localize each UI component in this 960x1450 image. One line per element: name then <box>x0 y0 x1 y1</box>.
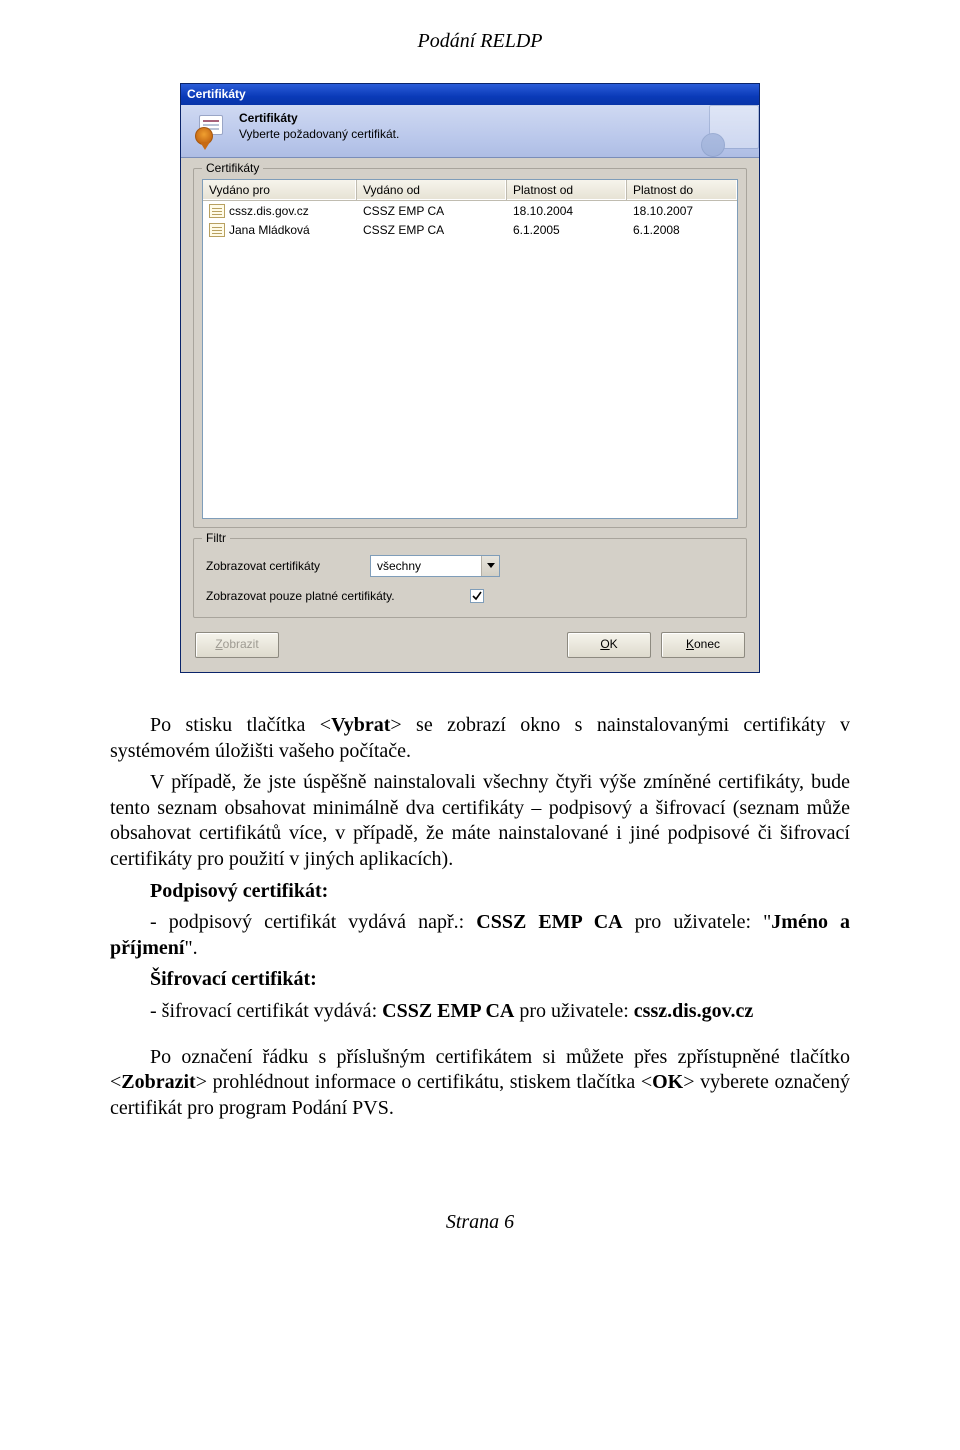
combo-show-certificates-input[interactable] <box>371 556 481 576</box>
banner-subtitle: Vyberte požadovaný certifikát. <box>239 127 399 141</box>
ok-button-rest: K <box>610 637 618 651</box>
column-valid-from[interactable]: Platnost od <box>507 180 627 200</box>
close-button-rest: onec <box>694 637 720 651</box>
combo-show-certificates[interactable] <box>370 555 500 577</box>
titlebar[interactable]: Certifikáty <box>181 84 759 105</box>
dialog-window: Certifikáty Certifikáty Vyberte požadova… <box>180 83 760 673</box>
column-valid-to[interactable]: Platnost do <box>627 180 737 200</box>
ok-button[interactable]: OK <box>567 632 651 658</box>
show-button-rest: obrazit <box>223 637 259 651</box>
label-show-valid-only: Zobrazovat pouze platné certifikáty. <box>206 589 466 603</box>
page-header: Podání RELDP <box>110 30 850 53</box>
banner-decoration-icon <box>695 105 759 158</box>
listview-header: Vydáno pro Vydáno od Platnost od Platnos… <box>203 180 737 201</box>
dialog-banner: Certifikáty Vyberte požadovaný certifiká… <box>181 105 759 158</box>
cell-issued-to: cssz.dis.gov.cz <box>229 203 309 219</box>
cell-issued-by: CSSZ EMP CA <box>357 202 507 220</box>
groupbox-filter-label: Filtr <box>202 531 230 545</box>
certificate-row-icon <box>209 204 225 218</box>
cell-valid-to: 6.1.2008 <box>627 221 737 239</box>
cell-issued-by: CSSZ EMP CA <box>357 221 507 239</box>
certificate-listview[interactable]: Vydáno pro Vydáno od Platnost od Platnos… <box>202 179 738 519</box>
cell-valid-from: 6.1.2005 <box>507 221 627 239</box>
table-row[interactable]: Jana Mládková CSSZ EMP CA 6.1.2005 6.1.2… <box>203 220 737 239</box>
column-issued-to[interactable]: Vydáno pro <box>203 180 357 200</box>
window-title: Certifikáty <box>187 87 246 101</box>
checkbox-show-valid-only[interactable] <box>470 589 484 603</box>
groupbox-certificates: Certifikáty Vydáno pro Vydáno od Platnos… <box>193 168 747 528</box>
encryption-cert-heading: Šifrovací certifikát: <box>110 967 850 993</box>
cell-issued-to: Jana Mládková <box>229 222 310 238</box>
screenshot-container: Certifikáty Certifikáty Vyberte požadova… <box>180 83 850 673</box>
show-button: Zobrazit <box>195 632 279 658</box>
document-body: Po stisku tlačítka <Vybrat> se zobrazí o… <box>110 713 850 1121</box>
close-button[interactable]: Konec <box>661 632 745 658</box>
signing-cert-heading: Podpisový certifikát: <box>110 879 850 905</box>
groupbox-filter: Filtr Zobrazovat certifikáty Zobrazovat … <box>193 538 747 618</box>
banner-title: Certifikáty <box>239 111 399 125</box>
page-footer: Strana 6 <box>110 1211 850 1234</box>
table-row[interactable]: cssz.dis.gov.cz CSSZ EMP CA 18.10.2004 1… <box>203 201 737 220</box>
certificate-row-icon <box>209 223 225 237</box>
certificate-icon <box>193 111 229 147</box>
column-issued-by[interactable]: Vydáno od <box>357 180 507 200</box>
cell-valid-from: 18.10.2004 <box>507 202 627 220</box>
cell-valid-to: 18.10.2007 <box>627 202 737 220</box>
label-show-certificates: Zobrazovat certifikáty <box>206 559 366 573</box>
groupbox-certificates-label: Certifikáty <box>202 161 263 175</box>
chevron-down-icon[interactable] <box>481 556 499 576</box>
